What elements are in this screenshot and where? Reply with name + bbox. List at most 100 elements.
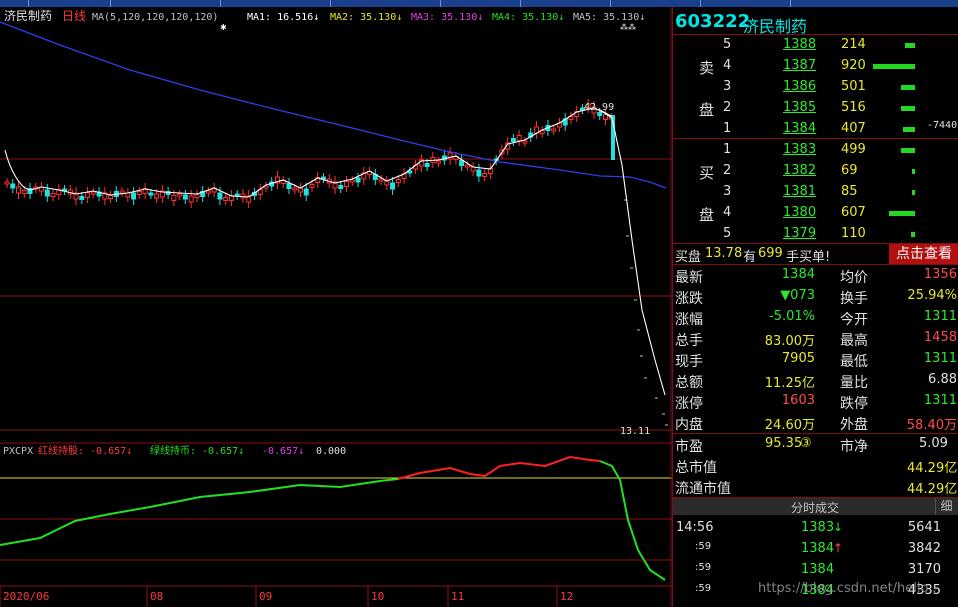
tick-detail-tab[interactable]: 细: [935, 498, 957, 515]
pe-badge: ③: [800, 436, 812, 451]
x-axis-label: 2020/06: [3, 590, 49, 603]
valuation-row-1: 市盈 95.35 ③ 市净 5.09: [675, 436, 948, 455]
candle-body: [223, 197, 229, 201]
candle-body: [436, 160, 442, 164]
x-axis-label: 10: [371, 590, 384, 603]
stat-label: 均价: [840, 270, 868, 286]
candle-body: [516, 135, 522, 141]
candle-body: [522, 140, 528, 144]
stat-value: 1311: [923, 393, 957, 408]
candle-body: [79, 196, 85, 200]
book-volume-bar: [903, 127, 915, 132]
sell-book-row[interactable]: 4 1387 920: [673, 56, 958, 77]
book-volume: 516: [841, 100, 866, 115]
candle-body: [309, 184, 315, 188]
stat-row: 涨停 1603 跌停 1311: [673, 391, 958, 412]
stat-value: 58.40万: [906, 418, 957, 433]
tick-volume: 3842: [907, 541, 941, 556]
stat-value: 11.25亿: [764, 376, 815, 391]
candle-body: [240, 193, 246, 199]
tick-volume: 3170: [907, 562, 941, 577]
candle-body: [390, 182, 396, 190]
ma-short-line: [4, 107, 666, 396]
candle-body: [384, 180, 390, 186]
book-price: 1387: [783, 58, 817, 73]
stat-row: 最新 1384 均价 1356: [673, 265, 958, 286]
total-market-cap-label: 总市值: [675, 460, 717, 476]
low-price-label: 13.11: [620, 426, 650, 437]
candle-body: [44, 189, 50, 197]
tick-time: :59: [695, 541, 712, 552]
stat-value: -5.01%: [769, 309, 815, 324]
candle-body: [510, 138, 516, 142]
tick-row[interactable]: :59 1384 ↑ 3842: [673, 538, 958, 559]
tick-row[interactable]: :59 1384 3170: [673, 559, 958, 580]
candle-body: [395, 179, 401, 183]
kline-chart[interactable]: 2020/06 08 09 10 11 12 济民制药 日线 MA(5,120,120,1…: [0, 0, 672, 607]
book-level: 2: [723, 100, 732, 115]
indicator-red-line: [397, 455, 601, 480]
stat-value: 1356: [923, 267, 957, 282]
book-level: 5: [723, 226, 732, 241]
book-volume-bar: [901, 106, 915, 111]
book-volume-bar: [912, 190, 915, 195]
buy-book-row[interactable]: 1 1383 499: [673, 140, 958, 161]
stat-value: 1458: [923, 330, 957, 345]
float-market-cap-label: 流通市值: [675, 481, 731, 497]
candle-body: [171, 195, 177, 201]
buy-book-row[interactable]: 3 1381 85: [673, 182, 958, 203]
tick-price: 1383: [801, 520, 835, 535]
stat-value: 1311: [923, 309, 957, 324]
book-volume-bar: [889, 211, 915, 216]
buy-book-row[interactable]: 2 1382 69: [673, 161, 958, 182]
indicator-green-line: [599, 460, 666, 581]
candle-body: [194, 194, 200, 198]
view-details-button[interactable]: 点击查看: [889, 244, 958, 264]
candle-body: [349, 179, 355, 183]
candle-body: [108, 195, 114, 199]
candle-body: [188, 195, 194, 203]
stat-label: 最新: [675, 270, 703, 286]
tick-volume: 5641: [907, 520, 941, 535]
candle-body: [131, 192, 137, 200]
ma5-value: MA5: 35.130↓: [573, 12, 645, 23]
book-volume: 69: [841, 163, 858, 178]
stat-label: 涨跌: [675, 291, 703, 307]
sell-book-row[interactable]: 2 1385 516: [673, 98, 958, 119]
candle-body: [205, 190, 211, 194]
float-market-cap-value: 44.29亿: [907, 482, 958, 497]
book-price: 1384: [783, 121, 817, 136]
sell-book-row[interactable]: 5 1388 214: [673, 35, 958, 56]
buy-book-row[interactable]: 5 1379 110: [673, 224, 958, 245]
tick-row[interactable]: 14:56 1383 ↓ 5641: [673, 517, 958, 538]
candle-body: [338, 185, 344, 189]
stat-label: 涨停: [675, 396, 703, 412]
candle-body: [355, 177, 361, 183]
candle-body: [378, 178, 384, 182]
stat-row: 涨幅 -5.01% 今开 1311: [673, 307, 958, 328]
book-volume: 501: [841, 79, 866, 94]
top-tab-separator[interactable]: [790, 0, 791, 7]
stat-label: 跌停: [840, 396, 868, 412]
stat-label: 涨幅: [675, 312, 703, 328]
book-volume-bar: [901, 148, 915, 153]
candle-body: [344, 181, 350, 187]
stat-label: 总额: [675, 375, 703, 391]
book-price: 1382: [783, 163, 817, 178]
indicator-red-line: 红线持股: -0.657↓: [38, 444, 132, 457]
tick-price: 1384: [801, 541, 835, 556]
book-level: 4: [723, 58, 732, 73]
book-price: 1379: [783, 226, 817, 241]
ma-params: MA(5,120,120,120,120): [92, 12, 218, 23]
stat-label: 外盘: [840, 417, 868, 433]
sell-book-row[interactable]: 3 1386 501: [673, 77, 958, 98]
candle-body: [85, 192, 91, 198]
book-price: 1386: [783, 79, 817, 94]
candle-body: [154, 193, 160, 199]
sell-book-row[interactable]: 1 1384 407: [673, 119, 958, 140]
book-volume: 407: [841, 121, 866, 136]
buy-book-row[interactable]: 4 1380 607: [673, 203, 958, 224]
tick-price: 1384: [801, 562, 835, 577]
top-tab-separator[interactable]: [700, 0, 701, 7]
stat-row: 内盘 24.60万 外盘 58.40万: [673, 412, 958, 433]
